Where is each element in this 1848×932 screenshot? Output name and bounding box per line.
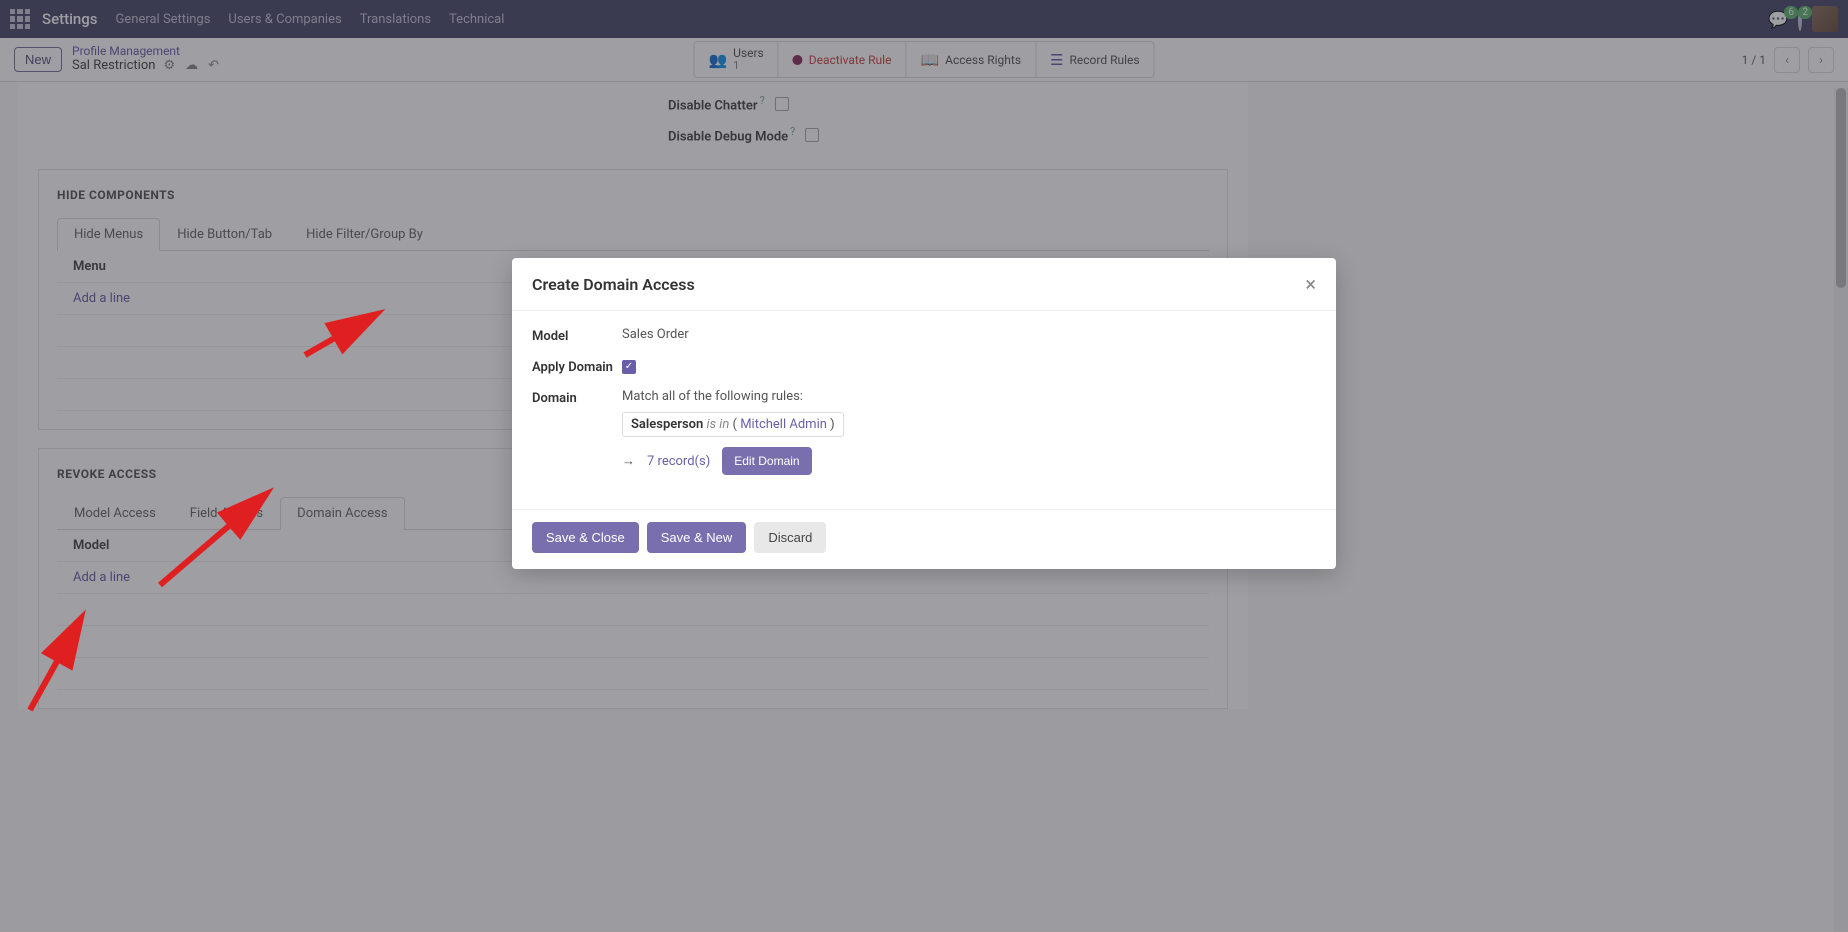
domain-rule-chip[interactable]: Salesperson is in ( Mitchell Admin ) xyxy=(622,412,844,437)
apply-domain-checkbox[interactable]: ✓ xyxy=(622,360,636,374)
apply-domain-label: Apply Domain xyxy=(532,358,622,375)
match-text: Match all of the following rules: xyxy=(622,389,1316,404)
arrow-right-icon: → xyxy=(622,453,635,469)
discard-button[interactable]: Discard xyxy=(754,522,826,553)
records-link[interactable]: 7 record(s) xyxy=(647,454,710,469)
dialog-title: Create Domain Access xyxy=(532,275,695,294)
model-label: Model xyxy=(532,327,622,344)
domain-label: Domain xyxy=(532,389,622,406)
model-value[interactable]: Sales Order xyxy=(622,327,1316,342)
save-new-button[interactable]: Save & New xyxy=(647,522,747,553)
edit-domain-button[interactable]: Edit Domain xyxy=(722,447,811,475)
create-domain-access-dialog: Create Domain Access × Model Sales Order… xyxy=(512,258,1336,569)
close-icon[interactable]: × xyxy=(1305,274,1316,294)
save-close-button[interactable]: Save & Close xyxy=(532,522,639,553)
